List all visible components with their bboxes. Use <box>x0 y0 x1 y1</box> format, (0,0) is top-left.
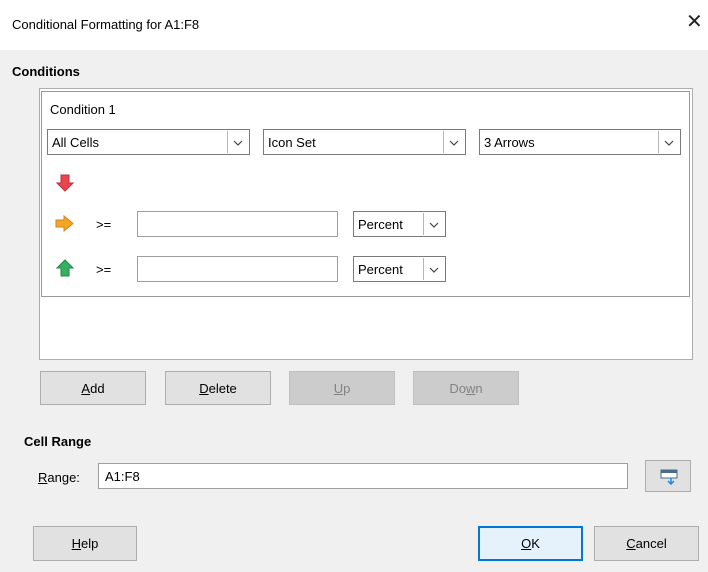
unit-dropdown[interactable]: Percent <box>353 211 446 237</box>
format-type-dropdown[interactable]: Icon Set <box>263 129 466 155</box>
ok-button[interactable]: OK <box>478 526 583 561</box>
chevron-down-icon[interactable] <box>423 258 444 280</box>
delete-button[interactable]: Delete <box>165 371 271 405</box>
threshold-input[interactable] <box>137 256 338 282</box>
title-bar: Conditional Formatting for A1:F8 ✕ <box>0 0 708 50</box>
cancel-button[interactable]: Cancel <box>594 526 699 561</box>
arrow-down-icon <box>55 174 75 195</box>
unit-value: Percent <box>358 217 403 232</box>
chevron-down-icon[interactable] <box>423 213 444 235</box>
applies-to-dropdown[interactable]: All Cells <box>47 129 250 155</box>
range-input[interactable]: A1:F8 <box>98 463 628 489</box>
unit-dropdown[interactable]: Percent <box>353 256 446 282</box>
up-button[interactable]: Up <box>289 371 395 405</box>
icon-set-dropdown[interactable]: 3 Arrows <box>479 129 681 155</box>
arrow-right-icon <box>55 214 74 235</box>
chevron-down-icon[interactable] <box>227 131 248 153</box>
applies-to-value: All Cells <box>52 135 99 150</box>
condition-label: Condition 1 <box>50 102 116 117</box>
format-type-value: Icon Set <box>268 135 316 150</box>
operator-label: >= <box>96 217 112 232</box>
conditions-heading: Conditions <box>12 64 80 79</box>
icon-set-value: 3 Arrows <box>484 135 535 150</box>
cell-range-heading: Cell Range <box>24 434 92 449</box>
threshold-input[interactable] <box>137 211 338 237</box>
arrow-up-icon <box>55 259 75 280</box>
add-button[interactable]: Add <box>40 371 146 405</box>
range-label: Range: <box>38 470 80 485</box>
chevron-down-icon[interactable] <box>658 131 679 153</box>
dialog-title: Conditional Formatting for A1:F8 <box>12 17 200 32</box>
close-icon[interactable]: ✕ <box>686 12 703 32</box>
help-button[interactable]: Help <box>33 526 137 561</box>
operator-label: >= <box>96 262 112 277</box>
shrink-range-button[interactable] <box>645 460 691 492</box>
range-value: A1:F8 <box>105 469 140 484</box>
chevron-down-icon[interactable] <box>443 131 464 153</box>
unit-value: Percent <box>358 262 403 277</box>
down-button[interactable]: Down <box>413 371 519 405</box>
